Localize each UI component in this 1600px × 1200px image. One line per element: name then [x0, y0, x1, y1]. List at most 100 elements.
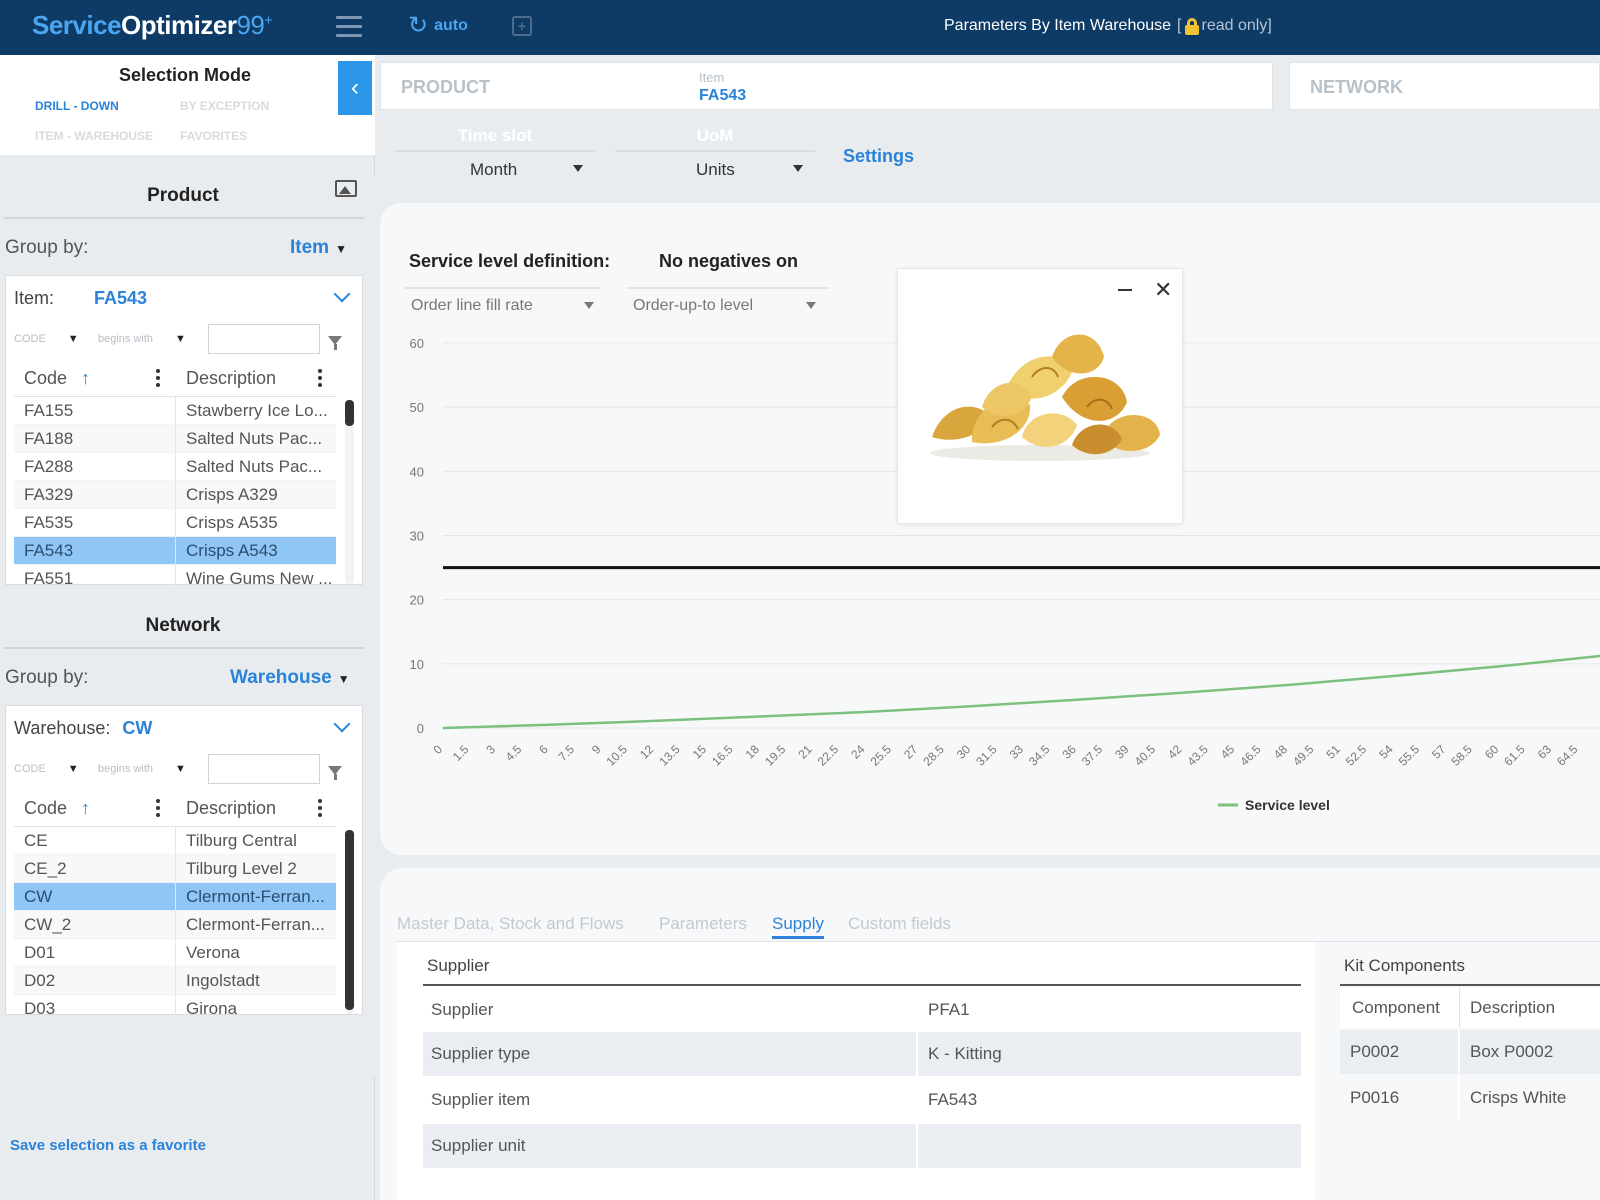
- x-tick-label: 7.5: [555, 742, 577, 764]
- filter-icon[interactable]: [328, 766, 342, 780]
- minimize-icon[interactable]: [1118, 289, 1132, 291]
- x-tick-label: 60: [1482, 742, 1502, 762]
- x-tick-label: 10.5: [604, 742, 631, 769]
- supplier-header: Supplier: [423, 946, 1301, 986]
- table-row[interactable]: CE Tilburg Central: [14, 827, 336, 855]
- item-scrollbar[interactable]: [345, 400, 354, 584]
- warehouse-column-description[interactable]: Description: [186, 798, 276, 819]
- item-value: FA543: [699, 87, 747, 104]
- warehouse-column-code[interactable]: Code ↑: [24, 798, 90, 819]
- x-tick-label: 45: [1218, 742, 1238, 762]
- item-selector: Item: FA543: [14, 288, 148, 308]
- kit-column-description[interactable]: Description: [1460, 988, 1600, 1028]
- table-row[interactable]: D03 Girona: [14, 995, 336, 1015]
- x-tick-label: 21: [795, 742, 815, 762]
- warehouse-scrollbar[interactable]: [345, 830, 354, 1014]
- y-tick-label: 30: [410, 529, 424, 544]
- x-tick-label: 13.5: [656, 742, 683, 769]
- caret-down-icon: [573, 165, 583, 172]
- tab-custom-fields[interactable]: Custom fields: [848, 914, 951, 934]
- column-menu-icon[interactable]: [318, 369, 322, 387]
- x-tick-label: 25.5: [868, 742, 895, 769]
- table-row-selected[interactable]: FA543 Crisps A543: [14, 537, 336, 565]
- y-tick-label: 10: [410, 657, 424, 672]
- caret-down-icon: [806, 302, 816, 309]
- product-breadcrumb-bar[interactable]: PRODUCT Item FA543: [380, 62, 1273, 110]
- save-favorite-link[interactable]: Save selection as a favorite: [10, 1137, 206, 1154]
- uom-select[interactable]: Units: [615, 150, 815, 184]
- table-row[interactable]: FA551 Wine Gums New ...: [14, 565, 336, 585]
- mode-drill-down[interactable]: DRILL - DOWN: [35, 99, 119, 113]
- chevron-down-icon[interactable]: [333, 285, 351, 303]
- item-filter-operator[interactable]: begins with ▼: [98, 333, 186, 345]
- network-group-by-label: Group by:: [5, 667, 89, 688]
- settings-link[interactable]: Settings: [843, 146, 914, 167]
- kit-column-component[interactable]: Component: [1340, 988, 1460, 1028]
- hamburger-menu-icon[interactable]: [336, 16, 362, 38]
- mode-favorites[interactable]: FAVORITES: [180, 129, 247, 143]
- auto-refresh-button[interactable]: ↻ auto: [408, 14, 468, 38]
- filter-icon[interactable]: [328, 336, 342, 350]
- x-tick-label: 39: [1112, 742, 1132, 762]
- table-row[interactable]: CE_2 Tilburg Level 2: [14, 855, 336, 883]
- network-breadcrumb-bar[interactable]: NETWORK: [1289, 62, 1600, 110]
- image-icon[interactable]: [335, 180, 357, 197]
- collapse-panel-button[interactable]: ‹: [338, 61, 372, 115]
- column-menu-icon[interactable]: [318, 799, 322, 817]
- table-row[interactable]: FA329 Crisps A329: [14, 481, 336, 509]
- warehouse-filter-input[interactable]: [208, 754, 320, 784]
- x-tick-label: 61.5: [1501, 742, 1528, 769]
- x-tick-label: 51: [1324, 742, 1344, 762]
- tab-supply[interactable]: Supply: [772, 914, 824, 939]
- table-row[interactable]: P0002 Box P0002: [1340, 1030, 1600, 1074]
- table-row-selected[interactable]: CW Clermont-Ferran...: [14, 883, 336, 911]
- item-column-description[interactable]: Description: [186, 368, 276, 389]
- supplier-type-row: Supplier type K - Kitting: [423, 1032, 1301, 1076]
- table-row[interactable]: FA288 Salted Nuts Pac...: [14, 453, 336, 481]
- warehouse-filter-field[interactable]: CODE ▼: [14, 763, 79, 775]
- x-tick-label: 30: [954, 742, 974, 762]
- tab-master-data[interactable]: Master Data, Stock and Flows: [397, 914, 624, 934]
- x-tick-label: 64.5: [1554, 742, 1581, 769]
- chevron-down-icon[interactable]: [333, 715, 351, 733]
- item-filter-field[interactable]: CODE ▼: [14, 333, 79, 345]
- table-row[interactable]: P0016 Crisps White: [1340, 1076, 1600, 1120]
- kit-components-header: Kit Components: [1340, 946, 1600, 986]
- table-row[interactable]: FA535 Crisps A535: [14, 509, 336, 537]
- x-tick-label: 16.5: [709, 742, 736, 769]
- mode-item-warehouse[interactable]: ITEM - WAREHOUSE: [35, 129, 153, 143]
- item-column-code[interactable]: Code ↑: [24, 368, 90, 389]
- column-menu-icon[interactable]: [156, 369, 160, 387]
- y-tick-label: 0: [417, 721, 424, 736]
- close-icon[interactable]: ✕: [1154, 277, 1172, 303]
- x-tick-label: 48: [1271, 742, 1291, 762]
- column-menu-icon[interactable]: [156, 799, 160, 817]
- product-group-by-select[interactable]: Item ▼: [290, 237, 347, 259]
- warehouse-filter-operator[interactable]: begins with ▼: [98, 763, 186, 775]
- x-tick-label: 0: [430, 742, 445, 757]
- x-tick-label: 19.5: [762, 742, 789, 769]
- no-negatives-select[interactable]: Order-up-to level: [626, 287, 830, 319]
- scrollbar-thumb[interactable]: [345, 400, 354, 426]
- table-row[interactable]: FA155 Stawberry Ice Lo...: [14, 397, 336, 425]
- potato-crisps-image: [930, 334, 1160, 461]
- table-row[interactable]: CW_2 Clermont-Ferran...: [14, 911, 336, 939]
- expand-icon[interactable]: +: [512, 16, 532, 36]
- item-filter-input[interactable]: [208, 324, 320, 354]
- product-section: Product Group by: Item ▼ Item: FA543 CODE ▼…: [0, 177, 375, 647]
- time-slot-select[interactable]: Month: [395, 150, 595, 184]
- table-row[interactable]: FA188 Salted Nuts Pac...: [14, 425, 336, 453]
- service-level-definition-select[interactable]: Order line fill rate: [404, 287, 600, 319]
- item-list-box: Item: FA543 CODE ▼ begins with ▼ Code ↑ Desc…: [5, 275, 363, 585]
- x-tick-label: 27: [901, 742, 921, 762]
- mode-by-exception[interactable]: BY EXCEPTION: [180, 99, 269, 113]
- table-row[interactable]: D01 Verona: [14, 939, 336, 967]
- tab-parameters[interactable]: Parameters: [659, 914, 747, 934]
- table-row[interactable]: D02 Ingolstadt: [14, 967, 336, 995]
- scrollbar-thumb[interactable]: [345, 830, 354, 1010]
- kit-components-columns: Component Description: [1340, 988, 1600, 1028]
- caret-down-icon: ▼: [337, 672, 350, 686]
- network-group-by-select[interactable]: Warehouse ▼: [230, 667, 350, 689]
- supplier-item-row: Supplier item FA543: [423, 1078, 1301, 1122]
- warehouse-selector: Warehouse: CW: [14, 718, 153, 738]
